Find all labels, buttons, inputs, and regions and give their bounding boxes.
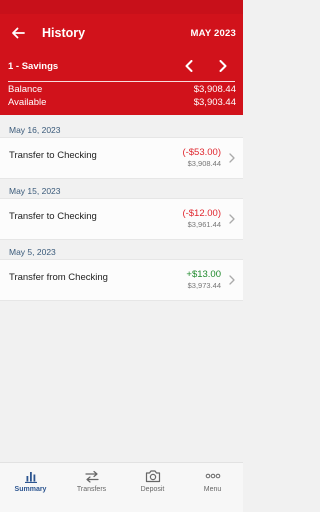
previous-button[interactable] xyxy=(181,57,197,75)
tab-label: Menu xyxy=(203,486,222,493)
date-header: May 5, 2023 xyxy=(9,247,56,257)
tab-transfers[interactable]: Transfers xyxy=(61,463,122,499)
tab-label: Summary xyxy=(14,486,47,493)
page-title: History xyxy=(42,26,86,40)
date-header: May 16, 2023 xyxy=(9,125,61,135)
more-dots-icon xyxy=(205,468,221,484)
home-indicator-area xyxy=(0,498,243,512)
back-arrow-icon xyxy=(12,27,25,39)
tab-menu[interactable]: Menu xyxy=(182,463,243,499)
next-button[interactable] xyxy=(215,57,231,75)
transaction-balance: $3,961.44 xyxy=(187,220,221,229)
available-label: Available xyxy=(8,97,47,108)
transaction-amount: (-$12.00) xyxy=(182,208,221,219)
chevron-left-icon xyxy=(185,60,193,72)
tab-label: Transfers xyxy=(76,486,107,493)
chevron-right-icon xyxy=(219,60,227,72)
balance-label: Balance xyxy=(8,84,43,95)
transaction-row[interactable]: Transfer to Checking (-$53.00) $3,908.44 xyxy=(0,137,243,179)
header-divider xyxy=(8,81,235,82)
tab-summary[interactable]: Summary xyxy=(0,463,61,499)
chevron-right-icon xyxy=(228,153,236,163)
date-header: May 15, 2023 xyxy=(9,186,61,196)
bottom-tab-bar: Summary Transfers Deposit Menu xyxy=(0,462,243,498)
chevron-right-icon xyxy=(228,275,236,285)
transaction-amount: (-$53.00) xyxy=(182,147,221,158)
transaction-row[interactable]: Transfer to Checking (-$12.00) $3,961.44 xyxy=(0,198,243,240)
status-bar xyxy=(0,0,243,14)
transaction-balance: $3,973.44 xyxy=(187,281,221,290)
transfer-arrows-icon xyxy=(84,468,100,484)
chevron-right-icon xyxy=(228,214,236,224)
transaction-balance: $3,908.44 xyxy=(187,159,221,168)
transaction-description: Transfer to Checking xyxy=(9,211,97,222)
tab-deposit[interactable]: Deposit xyxy=(122,463,183,499)
bar-chart-icon xyxy=(23,468,39,484)
transaction-amount: +$13.00 xyxy=(186,269,221,280)
transaction-description: Transfer from Checking xyxy=(9,272,108,283)
transaction-row[interactable]: Transfer from Checking +$13.00 $3,973.44 xyxy=(0,259,243,301)
header: History MAY 2023 1 - Savings Balance $3,… xyxy=(0,14,243,115)
account-name: 1 - Savings xyxy=(8,61,59,72)
camera-icon xyxy=(145,468,161,484)
transaction-description: Transfer to Checking xyxy=(9,150,97,161)
available-value: $3,903.44 xyxy=(193,97,236,108)
month-label: MAY 2023 xyxy=(190,28,236,39)
balance-value: $3,908.44 xyxy=(193,84,236,95)
back-button[interactable] xyxy=(8,24,28,42)
tab-label: Deposit xyxy=(140,486,165,493)
